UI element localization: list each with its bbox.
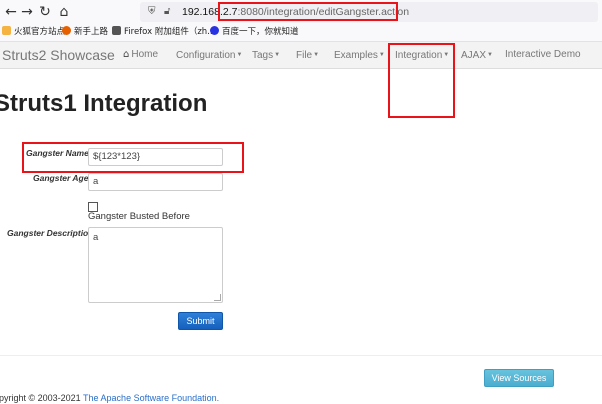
- shield-icon[interactable]: ⛨: [148, 5, 156, 19]
- view-sources-button[interactable]: View Sources: [484, 369, 554, 387]
- bookmark-label: 新手上路: [74, 27, 109, 37]
- copyright-footer: opyright © 2003-2021 The Apache Software…: [0, 392, 219, 404]
- gangster-description-textarea[interactable]: a: [88, 227, 223, 303]
- nav-label: Configuration: [176, 50, 236, 61]
- nav-label: AJAX: [461, 50, 487, 61]
- forward-arrow-icon[interactable]: →: [18, 3, 36, 21]
- integration-highlight-box: [388, 43, 455, 118]
- nav-tags[interactable]: Tags▼: [252, 48, 280, 63]
- caret-down-icon: ▼: [274, 52, 281, 58]
- site-navbar: Struts2 Showcase ⌂ Home Configuration▼ Ta…: [0, 42, 602, 69]
- home-icon: ⌂: [123, 49, 130, 60]
- nav-ajax[interactable]: AJAX▼: [461, 48, 493, 63]
- name-highlight-box: [22, 142, 244, 173]
- bookmark-label: 火狐官方站点: [14, 27, 66, 37]
- bookmark-label: 百度一下，你就知道: [222, 27, 299, 37]
- gangster-busted-label: Gangster Busted Before: [88, 211, 190, 222]
- bookmark-baidu[interactable]: 百度一下，你就知道: [210, 26, 299, 38]
- bookmark-firefox-official[interactable]: 火狐官方站点: [2, 26, 65, 38]
- caret-down-icon: ▼: [313, 52, 320, 58]
- nav-file[interactable]: File▼: [296, 48, 319, 63]
- apache-foundation-link[interactable]: The Apache Software Foundation.: [83, 393, 219, 403]
- submit-button[interactable]: Submit: [178, 312, 223, 330]
- nav-label: File: [296, 50, 313, 61]
- url-highlight-box: [218, 2, 398, 21]
- footer-divider: [0, 355, 602, 356]
- bookmark-getting-started[interactable]: 新手上路: [62, 26, 108, 38]
- insecure-lock-icon[interactable]: 🔓︎: [164, 5, 170, 19]
- nav-examples[interactable]: Examples▼: [334, 48, 385, 63]
- nav-configuration[interactable]: Configuration▼: [176, 48, 242, 63]
- nav-label: Examples: [334, 50, 378, 61]
- nav-label: Interactive Demo: [505, 49, 581, 60]
- firefox-icon: [62, 26, 71, 35]
- home-icon[interactable]: ⌂: [55, 3, 73, 21]
- gangster-age-label: Gangster Age:: [33, 173, 92, 183]
- gangster-description-label: Gangster Description:: [7, 228, 97, 238]
- nav-interactive-demo[interactable]: Interactive Demo: [505, 48, 581, 62]
- caret-down-icon: ▼: [236, 52, 243, 58]
- page-title: Struts1 Integration: [0, 90, 208, 117]
- brand-link[interactable]: Struts2 Showcase: [2, 46, 115, 64]
- caret-down-icon: ▼: [487, 52, 493, 58]
- nav-label: Home: [131, 49, 159, 60]
- addons-icon: [112, 26, 121, 35]
- reload-icon[interactable]: ↻: [36, 3, 54, 21]
- description-text: a: [93, 232, 99, 243]
- bookmarks-bar: 火狐官方站点 新手上路 Firefox 附加组件（zh... 百度一下，你就知道: [0, 24, 602, 42]
- folder-icon: [2, 26, 11, 35]
- bookmark-label: Firefox 附加组件（zh...: [124, 27, 216, 37]
- bookmark-firefox-addons[interactable]: Firefox 附加组件（zh...: [112, 26, 215, 38]
- caret-down-icon: ▼: [378, 52, 385, 58]
- resize-grip-icon[interactable]: [214, 294, 221, 301]
- gangster-age-input[interactable]: a: [88, 173, 223, 191]
- nav-home[interactable]: ⌂ Home: [123, 48, 158, 62]
- baidu-paw-icon: [210, 26, 219, 35]
- copyright-text: opyright © 2003-2021: [0, 393, 84, 403]
- nav-label: Tags: [252, 50, 274, 61]
